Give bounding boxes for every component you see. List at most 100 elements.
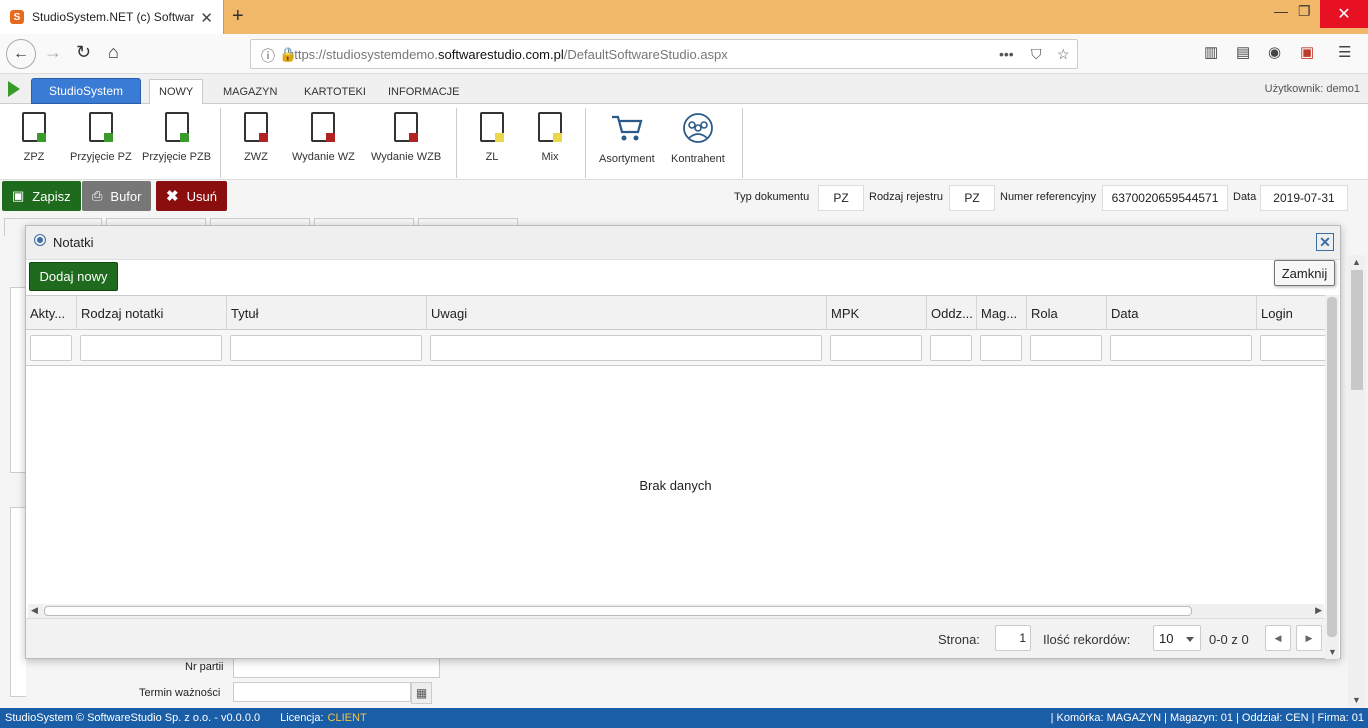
delete-label: Usuń xyxy=(186,188,217,204)
account-icon[interactable]: ◉ xyxy=(1268,43,1281,61)
scroll-left-icon[interactable]: ◀ xyxy=(31,605,38,616)
reload-icon[interactable]: ↻ xyxy=(76,42,91,63)
filter-input-date[interactable] xyxy=(1110,335,1252,361)
filter-input-branch[interactable] xyxy=(930,335,972,361)
doc-type-field[interactable]: PZ xyxy=(818,185,864,211)
doc-yellow-icon xyxy=(538,112,562,142)
close-icon[interactable]: ✕ xyxy=(1316,233,1334,251)
column-header-note-type[interactable]: Rodzaj notatki xyxy=(77,296,227,330)
doc-type-label: Typ dokumentu xyxy=(734,191,810,203)
bookmark-star-icon[interactable]: ☆ xyxy=(1057,46,1070,63)
filter-input-title[interactable] xyxy=(230,335,422,361)
url-bar[interactable]: ⓘ 🔒 https://studiosystemdemo.softwarestu… xyxy=(250,39,1078,69)
ribbon-label: Kontrahent xyxy=(671,153,725,165)
save-button[interactable]: ▣ Zapisz xyxy=(2,181,81,211)
forward-icon[interactable]: → xyxy=(44,42,62,63)
scroll-right-icon[interactable]: ▶ xyxy=(1315,605,1322,616)
modal-header: Notatki ✕ xyxy=(26,226,1340,260)
scroll-down-icon[interactable]: ▼ xyxy=(1328,647,1337,657)
window-close-icon[interactable]: ✕ xyxy=(1320,0,1368,28)
delete-button[interactable]: ✖ Usuń xyxy=(156,181,227,211)
expiry-input[interactable] xyxy=(233,682,411,702)
column-header-warehouse[interactable]: Mag... xyxy=(977,296,1027,330)
next-page-icon[interactable]: ▶ xyxy=(1296,625,1322,651)
menu-tab-informacje[interactable]: INFORMACJE xyxy=(379,79,469,104)
ribbon-label: Przyjęcie PZB xyxy=(142,151,212,163)
play-icon[interactable] xyxy=(8,81,20,97)
ribbon-wydanie-wzb-button[interactable]: Wydanie WZB xyxy=(371,112,441,163)
app-menu-bar: StudioSystem NOWY MAGAZYN KARTOTEKI INFO… xyxy=(0,74,1368,104)
hamburger-menu-icon[interactable]: ☰ xyxy=(1338,43,1351,61)
records-per-page-select[interactable]: 10 xyxy=(1153,625,1201,651)
doc-green-icon xyxy=(22,112,46,142)
ribbon-label: ZPZ xyxy=(23,151,45,163)
ribbon-kontrahent-button[interactable]: Kontrahent xyxy=(671,112,725,165)
prev-page-icon[interactable]: ◀ xyxy=(1265,625,1291,651)
pocket-icon[interactable]: ⛉ xyxy=(1031,46,1042,63)
browser-tab[interactable]: S StudioSystem.NET (c) Software ✕ xyxy=(0,0,224,34)
grid-horizontal-scrollbar[interactable]: ◀ ▶ xyxy=(28,604,1324,618)
add-new-button[interactable]: Dodaj nowy xyxy=(29,262,118,291)
page-scroll-thumb[interactable] xyxy=(1351,270,1363,390)
license-value: CLIENT xyxy=(327,712,367,724)
new-tab-icon[interactable]: + xyxy=(232,5,244,28)
ribbon-mix-button[interactable]: Mix xyxy=(538,112,562,163)
doc-red-icon xyxy=(394,112,419,142)
date-field[interactable]: 2019-07-31 xyxy=(1260,185,1348,211)
studiosystem-button[interactable]: StudioSystem xyxy=(31,78,141,104)
filter-input-role[interactable] xyxy=(1030,335,1102,361)
sidebar-icon[interactable]: ▤ xyxy=(1236,43,1250,61)
batch-input[interactable] xyxy=(233,658,440,678)
column-header-remarks[interactable]: Uwagi xyxy=(427,296,827,330)
filter-input-note-type[interactable] xyxy=(80,335,222,361)
ribbon-wydanie-wz-button[interactable]: Wydanie WZ xyxy=(292,112,355,163)
page-number-input[interactable]: 1 xyxy=(995,625,1031,651)
column-header-date[interactable]: Data xyxy=(1107,296,1257,330)
column-header-active[interactable]: Akty... xyxy=(26,296,77,330)
ribbon-przyjecie-pz-button[interactable]: Przyjęcie PZ xyxy=(70,112,132,163)
page-scrollbar[interactable]: ▲ ▼ xyxy=(1348,255,1366,707)
tab-close-icon[interactable]: ✕ xyxy=(200,9,213,27)
column-header-login[interactable]: Login xyxy=(1257,296,1325,330)
ribbon-zwz-button[interactable]: ZWZ xyxy=(244,112,268,163)
menu-tab-nowy[interactable]: NOWY xyxy=(149,79,204,104)
notes-modal: Notatki ✕ Dodaj nowy Akty... Rodzaj nota… xyxy=(25,225,1341,659)
menu-tab-magazyn[interactable]: MAGAZYN xyxy=(214,79,286,104)
ribbon-zpz-button[interactable]: ZPZ xyxy=(22,112,46,163)
column-header-mpk[interactable]: MPK xyxy=(827,296,927,330)
restore-icon[interactable]: ❐ xyxy=(1298,3,1311,20)
minimize-icon[interactable]: — xyxy=(1274,3,1288,19)
people-icon xyxy=(683,113,713,143)
calendar-icon[interactable]: ▦ xyxy=(411,682,432,704)
ribbon-asortyment-button[interactable]: Asortyment xyxy=(599,112,655,165)
batch-label: Nr partii xyxy=(185,661,224,673)
column-header-branch[interactable]: Oddz... xyxy=(927,296,977,330)
column-header-title[interactable]: Tytuł xyxy=(227,296,427,330)
register-field[interactable]: PZ xyxy=(949,185,995,211)
filter-input-mpk[interactable] xyxy=(830,335,922,361)
filter-input-remarks[interactable] xyxy=(430,335,822,361)
ribbon-przyjecie-pzb-button[interactable]: Przyjęcie PZB xyxy=(142,112,211,163)
back-icon[interactable]: ← xyxy=(6,39,36,69)
filter-input-active[interactable] xyxy=(30,335,72,361)
horizontal-scroll-thumb[interactable] xyxy=(44,606,1192,616)
home-icon[interactable]: ⌂ xyxy=(108,42,119,63)
menu-tab-kartoteki[interactable]: KARTOTEKI xyxy=(295,79,375,104)
column-header-role[interactable]: Rola xyxy=(1027,296,1107,330)
scroll-up-icon[interactable]: ▲ xyxy=(1352,257,1361,267)
status-bar: StudioSystem © SoftwareStudio Sp. z o.o.… xyxy=(0,708,1368,728)
vertical-scroll-thumb[interactable] xyxy=(1327,297,1337,637)
extension-icon[interactable]: ▣ xyxy=(1300,43,1314,61)
filter-input-warehouse[interactable] xyxy=(980,335,1022,361)
filter-input-login[interactable] xyxy=(1260,335,1325,361)
info-icon[interactable]: ⓘ xyxy=(261,46,275,66)
ribbon-zl-button[interactable]: ZL xyxy=(480,112,504,163)
ref-number-field[interactable]: 6370020659544571 xyxy=(1102,185,1228,211)
grid-vertical-scrollbar[interactable]: ▼ xyxy=(1325,295,1339,659)
page-actions-icon[interactable]: ••• xyxy=(999,46,1014,62)
buffer-button[interactable]: ⎙ Bufor xyxy=(82,181,152,211)
doc-red-icon xyxy=(311,112,336,142)
form-panel xyxy=(10,287,26,473)
library-icon[interactable]: ▥ xyxy=(1204,43,1218,61)
scroll-down-icon[interactable]: ▼ xyxy=(1352,695,1361,705)
